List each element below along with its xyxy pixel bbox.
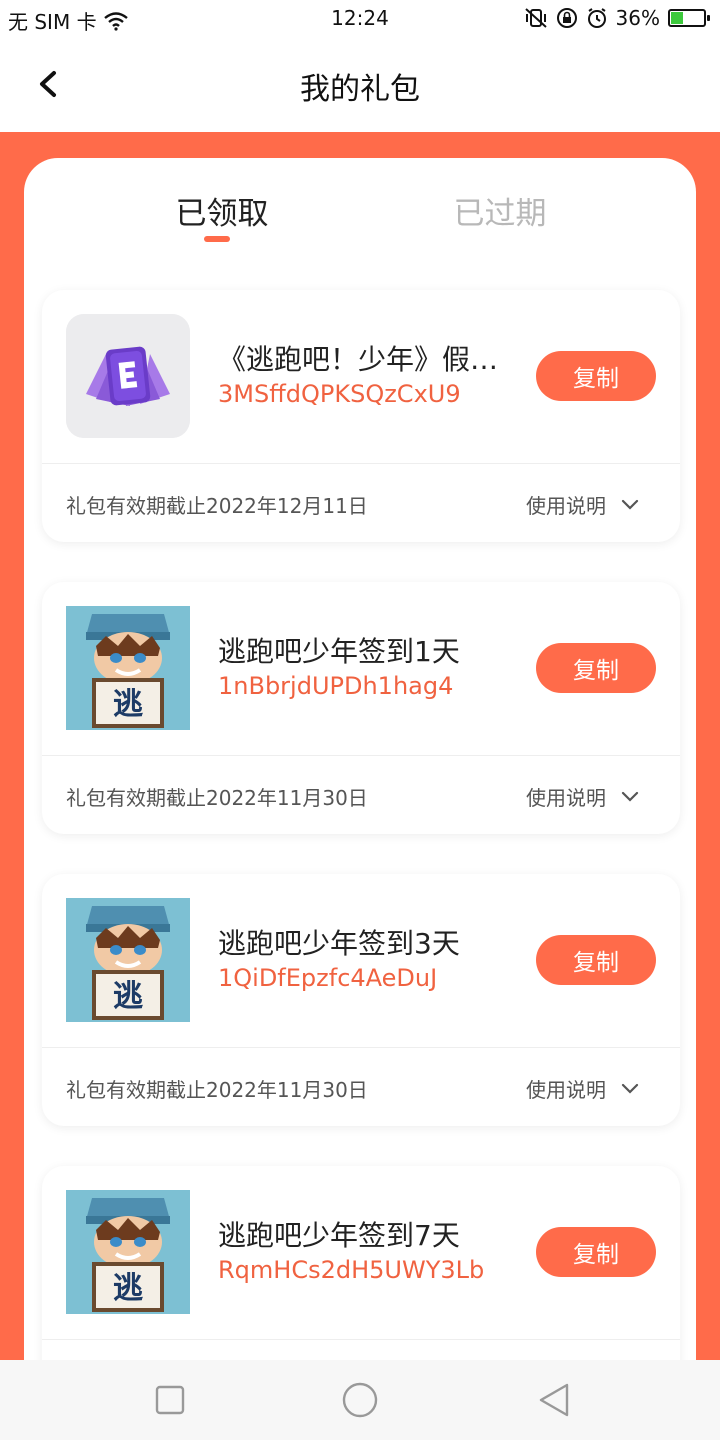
copy-button[interactable]: 复制 xyxy=(536,1227,656,1277)
chevron-down-icon xyxy=(621,499,639,510)
game-avatar-icon: 逃 xyxy=(66,898,190,1022)
card-divider xyxy=(42,1339,680,1340)
instructions-toggle[interactable]: 使用说明 xyxy=(526,490,640,519)
battery-level xyxy=(671,12,684,24)
gift-card-main: 《逃跑吧！少年》假… 3MSffdQPKSQzCxU9 复制 xyxy=(42,290,680,463)
card-divider xyxy=(42,463,680,464)
chevron-down-icon xyxy=(621,1083,639,1094)
battery-percent: 36% xyxy=(615,6,660,30)
gift-code: 1QiDfEpzfc4AeDuJ xyxy=(218,964,438,992)
gift-card: 《逃跑吧！少年》假… 3MSffdQPKSQzCxU9 复制 礼包有效期截止20… xyxy=(42,290,680,542)
card-divider xyxy=(42,1047,680,1048)
gift-code: 1nBbrjdUPDh1hag4 xyxy=(218,672,454,700)
status-bar: 无 SIM 卡 12:24 36% xyxy=(0,0,720,40)
game-avatar-icon: 逃 xyxy=(66,1190,190,1314)
gift-code: 3MSffdQPKSQzCxU9 xyxy=(218,380,461,408)
battery-icon xyxy=(668,9,710,27)
square-icon xyxy=(155,1385,185,1415)
gift-expiry: 礼包有效期截止2022年12月11日 xyxy=(66,494,368,518)
copy-button[interactable]: 复制 xyxy=(536,351,656,401)
gift-name: 逃跑吧少年签到3天 xyxy=(218,927,460,960)
gift-card: 逃 逃跑吧少年签到1天 1nBbrjdUPDh1hag4 复制 礼包有效期截止2… xyxy=(42,582,680,834)
gift-name: 逃跑吧少年签到1天 xyxy=(218,635,460,668)
gift-expiry: 礼包有效期截止2022年11月30日 xyxy=(66,1078,368,1102)
vibrate-icon xyxy=(524,8,547,28)
tab-expired[interactable]: 已过期 xyxy=(420,188,580,233)
tab-expired-label: 已过期 xyxy=(453,196,547,232)
tab-bar: 已领取 已过期 xyxy=(24,188,696,248)
alarm-icon xyxy=(587,8,606,28)
system-nav-bar xyxy=(0,1360,720,1440)
gift-card-main: 逃 逃跑吧少年签到1天 1nBbrjdUPDh1hag4 复制 xyxy=(42,582,680,755)
svg-text:逃: 逃 xyxy=(113,979,143,1014)
gift-card: 逃 逃跑吧少年签到7天 RqmHCs2dH5UWY3Lb 复制 xyxy=(42,1166,680,1360)
instructions-label: 使用说明 xyxy=(526,786,606,810)
copy-button[interactable]: 复制 xyxy=(536,935,656,985)
triangle-back-icon xyxy=(539,1383,569,1417)
instructions-toggle[interactable]: 使用说明 xyxy=(526,1074,640,1103)
gift-card: 逃 逃跑吧少年签到3天 1QiDfEpzfc4AeDuJ 复制 礼包有效期截止2… xyxy=(42,874,680,1126)
home-button[interactable] xyxy=(340,1380,380,1420)
tab-received[interactable]: 已领取 xyxy=(142,188,302,242)
circle-icon xyxy=(342,1382,378,1418)
status-icons: 36% xyxy=(524,6,710,30)
gift-name: 《逃跑吧！少年》假… xyxy=(218,343,499,376)
gift-card-main: 逃 逃跑吧少年签到7天 RqmHCs2dH5UWY3Lb 复制 xyxy=(42,1166,680,1339)
svg-text:逃: 逃 xyxy=(113,1271,143,1306)
instructions-label: 使用说明 xyxy=(526,1078,606,1102)
gift-name: 逃跑吧少年签到7天 xyxy=(218,1219,460,1252)
card-divider xyxy=(42,755,680,756)
recents-button[interactable] xyxy=(150,1380,190,1420)
instructions-label: 使用说明 xyxy=(526,494,606,518)
tab-received-label: 已领取 xyxy=(175,196,269,232)
instructions-toggle[interactable]: 使用说明 xyxy=(526,782,640,811)
purple-card-icon xyxy=(66,314,190,438)
svg-text:逃: 逃 xyxy=(113,687,143,722)
copy-button[interactable]: 复制 xyxy=(536,643,656,693)
gift-panel: 已领取 已过期 《逃跑吧！少年》假… 3MSffdQPKSQzCxU9 复制 礼… xyxy=(24,158,696,1360)
back-nav-button[interactable] xyxy=(534,1380,574,1420)
chevron-down-icon xyxy=(621,791,639,802)
gift-card-main: 逃 逃跑吧少年签到3天 1QiDfEpzfc4AeDuJ 复制 xyxy=(42,874,680,1047)
gift-expiry: 礼包有效期截止2022年11月30日 xyxy=(66,786,368,810)
rotation-lock-icon xyxy=(556,8,577,28)
page-title: 我的礼包 xyxy=(300,72,420,107)
header: 我的礼包 xyxy=(0,40,720,132)
game-avatar-icon: 逃 xyxy=(66,606,190,730)
gift-code: RqmHCs2dH5UWY3Lb xyxy=(218,1256,485,1284)
tab-indicator xyxy=(204,236,230,242)
